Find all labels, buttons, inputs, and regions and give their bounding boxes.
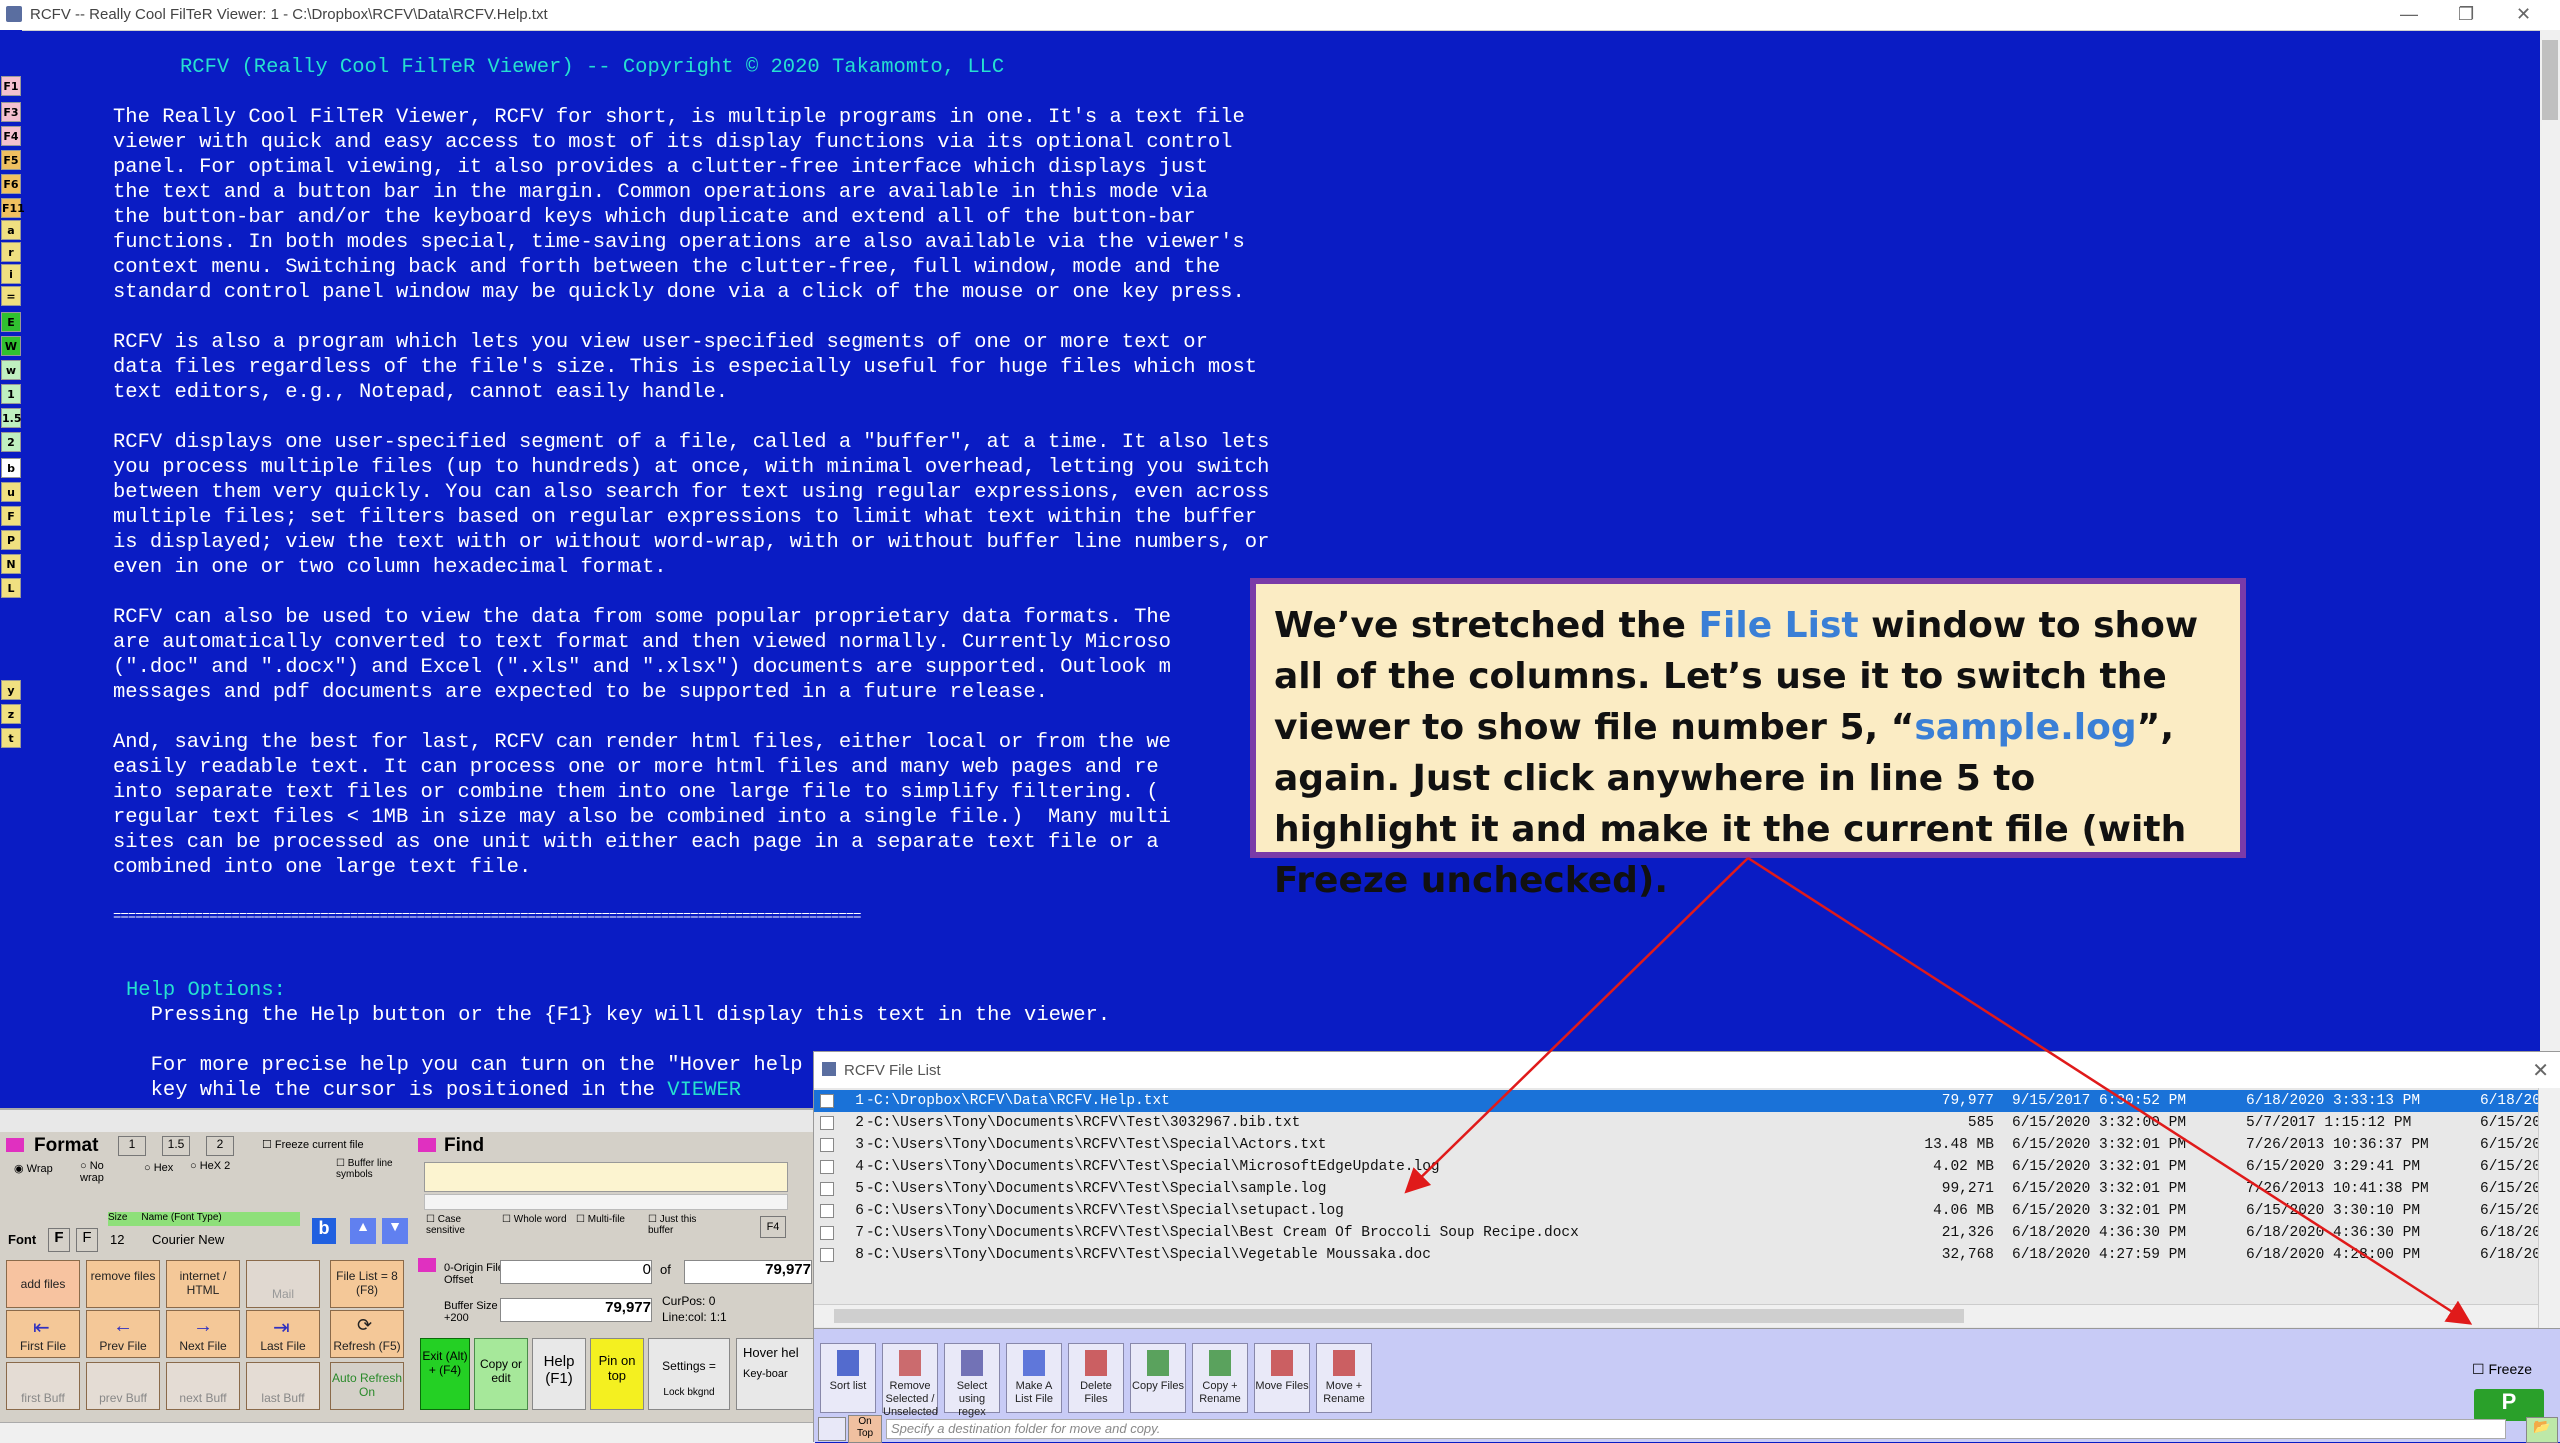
arrow-to-freeze <box>1747 856 2473 1325</box>
arrow-to-row-5 <box>1404 857 1749 1194</box>
annotation-arrows <box>1404 856 2473 1325</box>
